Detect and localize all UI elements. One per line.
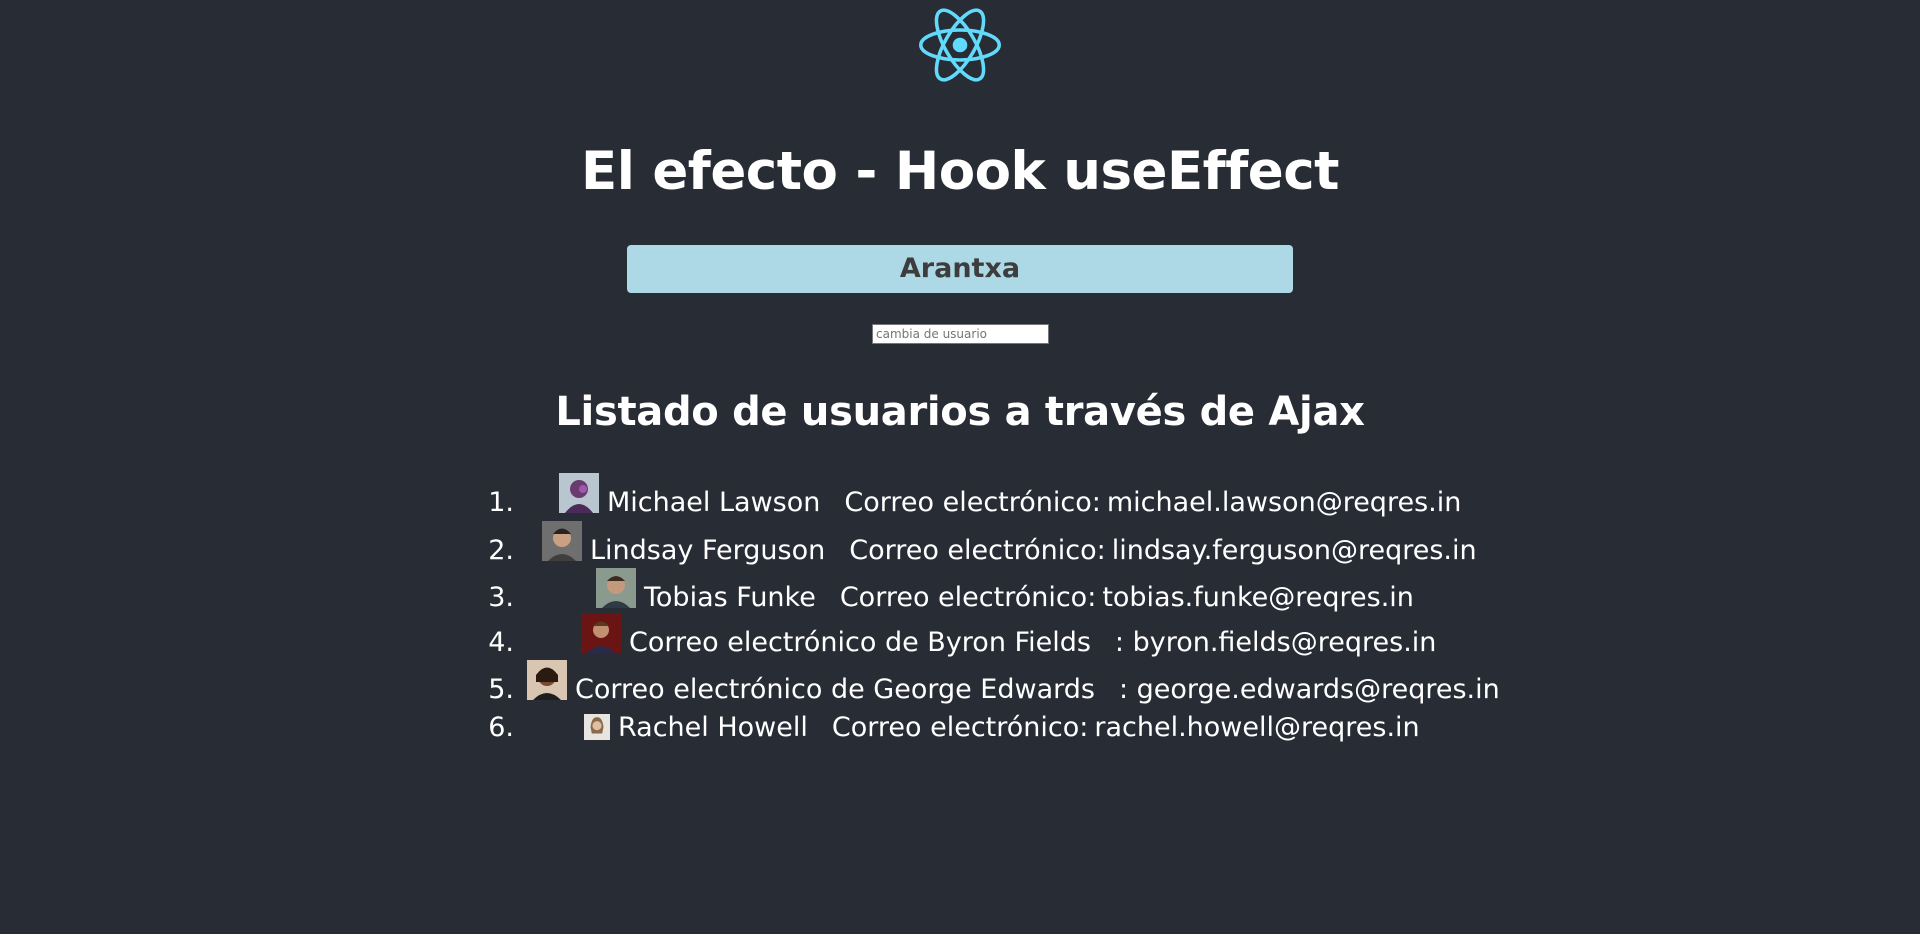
list-item: 3. Tobias Funke Correo electrónico: tobi…: [0, 568, 1920, 620]
app-container: El efecto - Hook useEffect Arantxa Lista…: [0, 0, 1920, 934]
email-label: Correo electrónico:: [849, 535, 1106, 566]
email-label: Correo electrónico:: [831, 712, 1089, 743]
avatar-george-edwards: [527, 660, 567, 700]
list-item: 1. Michael Lawson Correo electrónico: mi…: [0, 473, 1920, 525]
react-logo-icon: [919, 8, 1001, 82]
list-item: 2. Lindsay Ferguson Correo electrónico: …: [0, 521, 1920, 573]
user-email: rachel.howell@reqres.in: [1094, 712, 1420, 743]
user-email: michael.lawson@reqres.in: [1106, 487, 1462, 518]
email-label: Correo electrónico:: [844, 487, 1101, 518]
current-user-banner: Arantxa: [627, 245, 1293, 293]
users-list-title: Listado de usuarios a través de Ajax: [555, 389, 1365, 435]
avatar-byron-fields: [581, 613, 621, 653]
user-name: Tobias Funke: [644, 582, 816, 613]
avatar-tobias-funke: [596, 568, 636, 608]
user-name: Lindsay Ferguson: [590, 535, 826, 566]
avatar-lindsay-ferguson: [542, 521, 582, 561]
list-item-number: 4.: [488, 627, 514, 658]
user-name: Michael Lawson: [607, 487, 821, 518]
page-title: El efecto - Hook useEffect: [581, 141, 1339, 202]
user-email: : byron.fields@reqres.in: [1114, 627, 1437, 658]
avatar-michael-lawson: [559, 473, 599, 513]
user-text: Correo electrónico de Byron Fields: [629, 627, 1091, 658]
user-name: Rachel Howell: [618, 712, 808, 743]
email-label: Correo electrónico:: [839, 582, 1097, 613]
list-item-number: 1.: [488, 487, 514, 518]
list-item-number: 2.: [488, 535, 514, 566]
avatar-rachel-howell: [584, 714, 610, 740]
change-user-input[interactable]: [872, 324, 1049, 344]
list-item-number: 6.: [488, 712, 514, 743]
list-item: 4. Correo electrónico de Byron Fields : …: [0, 613, 1920, 665]
user-email: lindsay.ferguson@reqres.in: [1111, 535, 1477, 566]
list-item: 6. Rachel Howell Correo electrónico: rac…: [0, 706, 1920, 750]
user-email: tobias.funke@reqres.in: [1102, 582, 1414, 613]
list-item-number: 3.: [488, 582, 514, 613]
